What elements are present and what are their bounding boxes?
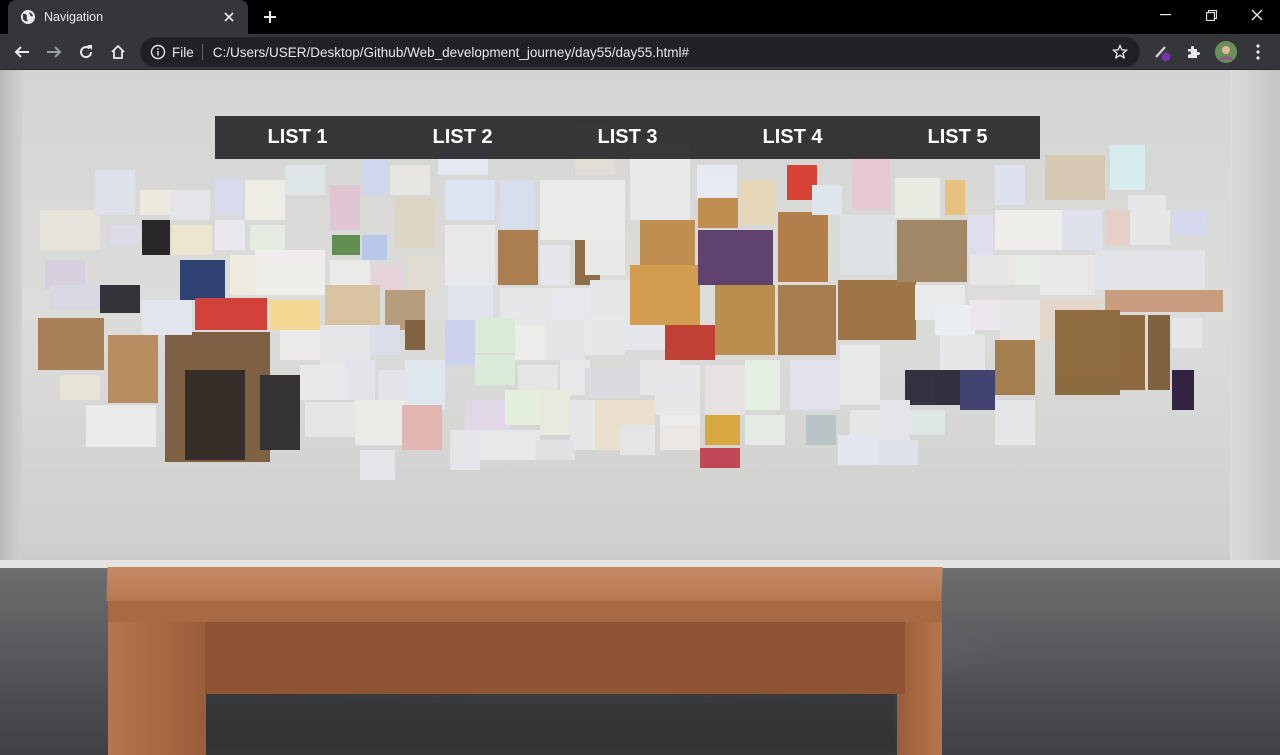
browser-tab[interactable]: Navigation	[8, 0, 248, 34]
plus-icon[interactable]	[258, 5, 282, 29]
nav-link-list-2[interactable]: LIST 2	[380, 116, 545, 159]
info-icon[interactable]	[150, 44, 166, 60]
tab-title: Navigation	[44, 10, 104, 24]
main-navigation: LIST 1 LIST 2 LIST 3 LIST 4 LIST 5	[215, 116, 1040, 159]
nav-link-list-1[interactable]: LIST 1	[215, 116, 380, 159]
home-icon[interactable]	[104, 38, 132, 66]
minimize-icon[interactable]	[1142, 0, 1188, 30]
bench-edge	[108, 600, 942, 622]
nav-link-list-3[interactable]: LIST 3	[545, 116, 710, 159]
page-scheme-label: File	[172, 44, 194, 60]
nav-link-list-4[interactable]: LIST 4	[710, 116, 875, 159]
url-text[interactable]: C:/Users/USER/Desktop/Github/Web_develop…	[213, 45, 1110, 60]
avatar-icon[interactable]	[1212, 38, 1240, 66]
bench-top	[106, 567, 943, 601]
arrow-left-icon[interactable]	[8, 38, 36, 66]
arrow-right-icon[interactable]	[40, 38, 68, 66]
reload-icon[interactable]	[72, 38, 100, 66]
globe-icon	[20, 9, 36, 25]
bench-leg	[108, 622, 206, 755]
kebab-menu-icon[interactable]	[1244, 38, 1272, 66]
page-viewport: LIST 1 LIST 2 LIST 3 LIST 4 LIST 5	[0, 70, 1280, 755]
address-bar[interactable]: File C:/Users/USER/Desktop/Github/Web_de…	[140, 37, 1140, 67]
pen-extension-icon[interactable]	[1148, 38, 1176, 66]
close-icon[interactable]	[220, 8, 238, 26]
tab-strip: Navigation	[0, 0, 1280, 34]
browser-toolbar: File C:/Users/USER/Desktop/Github/Web_de…	[0, 34, 1280, 70]
close-icon[interactable]	[1234, 0, 1280, 30]
address-divider	[201, 44, 203, 60]
restore-icon[interactable]	[1188, 0, 1234, 30]
bench-apron	[205, 622, 905, 694]
puzzle-icon[interactable]	[1180, 38, 1208, 66]
nav-link-list-5[interactable]: LIST 5	[875, 116, 1040, 159]
star-icon[interactable]	[1110, 42, 1130, 62]
